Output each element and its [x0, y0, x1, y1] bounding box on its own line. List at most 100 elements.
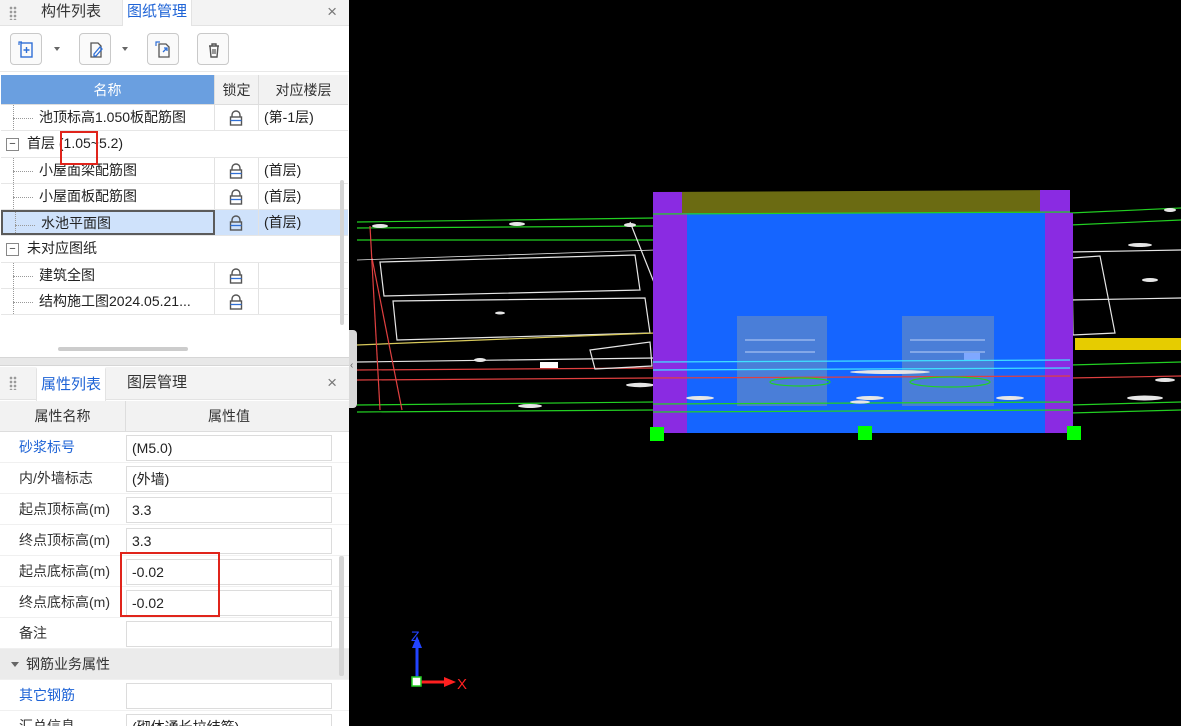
lock-icon[interactable] [227, 293, 245, 311]
floor-cell[interactable]: (首层) [259, 158, 348, 183]
drag-grip-icon[interactable] [9, 6, 17, 20]
lock-cell[interactable] [215, 157, 259, 183]
header-floor[interactable]: 对应楼层 [259, 75, 348, 105]
collapse-panel-handle[interactable]: ‹ [349, 330, 357, 408]
tree-group-row[interactable]: − 首层 (1.05~5.2) [1, 131, 348, 158]
close-icon[interactable]: × [327, 2, 337, 22]
wall-grip-start[interactable] [650, 427, 664, 441]
property-row: 其它钢筋 [0, 680, 349, 711]
edit-drawing-icon [90, 42, 103, 58]
property-value-field[interactable]: (砌体通长拉结筋) [126, 714, 332, 726]
panel-splitter[interactable] [0, 357, 349, 366]
lock-cell[interactable] [215, 262, 259, 289]
properties-table-header: 属性名称 属性值 [0, 401, 349, 432]
property-value-field[interactable] [126, 621, 332, 647]
add-drawing-icon [18, 41, 33, 58]
lock-icon[interactable] [227, 214, 245, 232]
collapse-toggle-icon[interactable]: − [6, 138, 19, 152]
cad-linework-left [357, 217, 656, 413]
lock-cell[interactable] [215, 289, 259, 315]
property-row: 汇总信息 (砌体通长拉结筋) [0, 711, 349, 726]
drawing-row[interactable]: 小屋面梁配筋图 (首层) [1, 157, 348, 184]
tree-group-row[interactable]: − 未对应图纸 [1, 236, 348, 263]
property-name: 终点顶标高(m) [19, 532, 110, 548]
drawing-name-cell[interactable]: 小屋面板配筋图 [1, 183, 215, 210]
properties-vertical-scrollbar[interactable] [339, 556, 344, 676]
lock-icon[interactable] [227, 109, 245, 127]
highlight-box-floor-range [60, 131, 98, 165]
floor-cell[interactable]: (首层) [259, 184, 348, 209]
drawing-toolbar [0, 26, 349, 72]
drawings-table: 名称 锁定 对应楼层 池顶标高1.050板配筋图 (第-1层) − 首层 (1.05~… [1, 75, 348, 316]
3d-viewport[interactable]: Z X [357, 0, 1181, 726]
drawing-name-cell[interactable]: 池顶标高1.050板配筋图 [1, 105, 215, 131]
property-value-field[interactable]: (M5.0) [126, 435, 332, 461]
property-value-field[interactable]: 3.3 [126, 497, 332, 523]
cad-dimension-dots-right [1127, 208, 1176, 401]
drawing-row[interactable]: 池顶标高1.050板配筋图 (第-1层) [1, 105, 348, 132]
wall-grip-end[interactable] [1067, 426, 1081, 440]
drawing-name-cell[interactable]: 小屋面梁配筋图 [1, 157, 215, 183]
property-name: 砂浆标号 [19, 439, 75, 455]
drawing-row[interactable]: 水池平面图 (首层) [1, 210, 348, 237]
property-row: 备注 [0, 618, 349, 649]
tree-branch [13, 196, 33, 198]
property-section-row[interactable]: 钢筋业务属性 [0, 649, 349, 680]
tree-branch [13, 170, 33, 172]
property-name: 起点底标高(m) [19, 563, 110, 579]
tab-layer-management[interactable]: 图层管理 [123, 367, 191, 393]
tree-branch [13, 302, 33, 304]
drawing-name-cell[interactable]: 结构施工图2024.05.21... [1, 289, 215, 315]
export-drawing-icon [155, 41, 170, 58]
drawing-name: 水池平面图 [41, 215, 111, 232]
property-value-field[interactable] [126, 683, 332, 709]
drawing-name: 结构施工图2024.05.21... [39, 293, 191, 310]
delete-drawing-button[interactable] [197, 33, 229, 65]
edit-dropdown-arrow-icon[interactable] [122, 47, 128, 51]
drawings-vertical-scrollbar[interactable] [340, 180, 344, 325]
left-panel: 构件列表 图纸管理 × 名称 锁定 对应楼层 池顶标高1.050板配筋图 (第-… [0, 0, 349, 726]
drawings-horizontal-scrollbar[interactable] [58, 347, 188, 351]
floor-cell[interactable]: (第-1层) [259, 105, 348, 130]
cad-scene[interactable]: Z X [357, 0, 1181, 726]
floor-cell[interactable] [259, 263, 348, 288]
drawing-name: 小屋面板配筋图 [39, 187, 137, 204]
lock-cell[interactable] [215, 183, 259, 210]
header-name[interactable]: 名称 [1, 75, 215, 105]
add-drawing-button[interactable] [10, 33, 42, 65]
property-value-field[interactable]: (外墙) [126, 466, 332, 492]
group-label: 未对应图纸 [27, 240, 97, 257]
drawing-row[interactable]: 建筑全图 [1, 262, 348, 290]
cad-linework-right [1069, 207, 1181, 414]
drag-grip-icon[interactable] [9, 376, 17, 390]
edit-drawing-button[interactable] [79, 33, 111, 65]
property-row: 内/外墙标志 (外墙) [0, 463, 349, 494]
lock-icon[interactable] [227, 188, 245, 206]
drawing-name-cell[interactable]: 水池平面图 [1, 210, 215, 236]
lock-icon[interactable] [227, 162, 245, 180]
drawing-tabbar: 构件列表 图纸管理 × [0, 0, 349, 27]
group-cell[interactable]: − 未对应图纸 [1, 236, 341, 261]
tab-property-list[interactable]: 属性列表 [36, 367, 107, 401]
property-name: 备注 [19, 625, 47, 641]
header-property-value: 属性值 [208, 408, 250, 424]
tab-component-list[interactable]: 构件列表 [37, 0, 105, 26]
tree-branch [13, 275, 33, 277]
floor-cell[interactable]: (首层) [259, 210, 348, 235]
close-icon[interactable]: × [327, 373, 337, 393]
property-value-field[interactable]: 3.3 [126, 528, 332, 554]
group-cell[interactable]: − 首层 (1.05~5.2) [1, 131, 341, 156]
floor-cell[interactable] [259, 289, 348, 314]
collapse-toggle-icon[interactable]: − [6, 243, 19, 257]
drawing-row[interactable]: 小屋面板配筋图 (首层) [1, 183, 348, 211]
tab-drawing-management[interactable]: 图纸管理 [122, 0, 193, 27]
lock-cell[interactable] [215, 210, 259, 236]
wall-grip-mid[interactable] [858, 426, 872, 440]
drawing-name-cell[interactable]: 建筑全图 [1, 262, 215, 289]
export-drawing-button[interactable] [147, 33, 179, 65]
drawing-row[interactable]: 结构施工图2024.05.21... [1, 289, 348, 316]
add-dropdown-arrow-icon[interactable] [54, 47, 60, 51]
lock-icon[interactable] [227, 267, 245, 285]
lock-cell[interactable] [215, 105, 259, 131]
header-lock[interactable]: 锁定 [215, 75, 259, 105]
